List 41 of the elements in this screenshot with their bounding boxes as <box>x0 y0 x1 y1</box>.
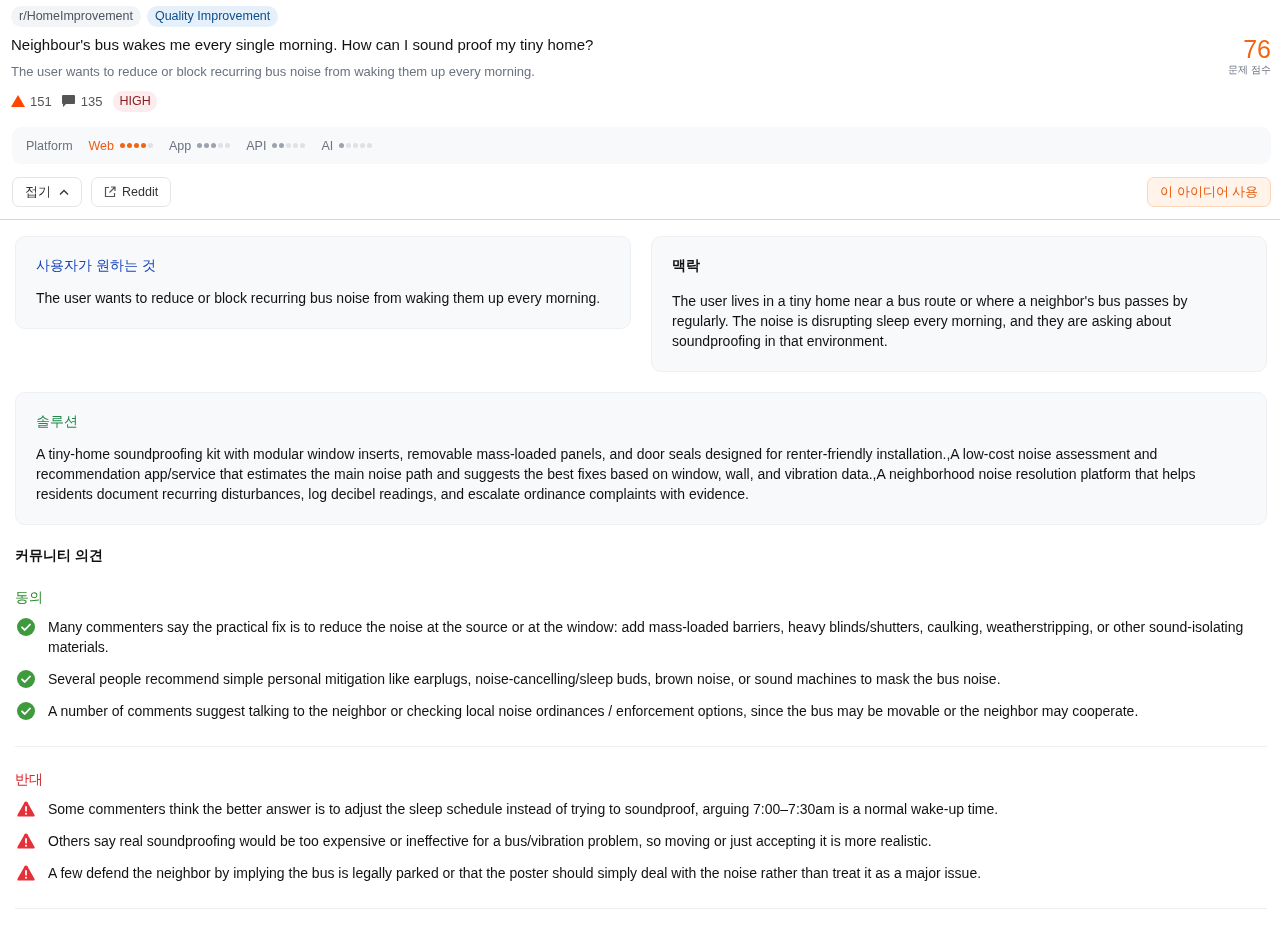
check-circle-icon <box>17 702 35 720</box>
opinion-group-title: 반대 <box>15 770 44 789</box>
card-text: The user wants to reduce or block recurring bus noise from waking them up every morning. <box>36 289 602 308</box>
card-title: 맥락 <box>672 256 701 275</box>
warning-triangle-icon <box>17 865 35 881</box>
platform-name: App <box>169 138 192 153</box>
comment-icon <box>61 95 75 107</box>
warning-triangle-icon <box>17 801 35 817</box>
card-text: The user lives in a tiny home near a bus route or where a neighbor's bus passes by regularly. The noise is disrupting sleep every morning, and they are asking about soundproofing in that environment. <box>672 292 1189 351</box>
opinion-text: Many commenters say the practical fix is to reduce the noise at the source or at the window: add mass-loaded barriers, heavy blinds/shutters, caulking, weatherstripping, or other sound-isolating materials. <box>48 618 1245 657</box>
check-circle-icon <box>17 618 35 636</box>
platform-name: Web <box>88 138 115 153</box>
post-title: Neighbour's bus wakes me every single morning. How can I sound proof my tiny home? <box>11 35 594 55</box>
card-text: A tiny-home soundproofing kit with modular window inserts, removable mass-loaded panels, and door seals designed for renter-friendly installation.,A low-cost noise assessment and recommendation app/service that estimates the main noise path and suggests the best fixes based on window, wall, and vibration data.,A neighborhood noise resolution platform that helps residents document recurring disturbances, log decibel readings, and escalate ordinance complaints with evidence. <box>36 445 1197 504</box>
tag: Quality Improvement <box>146 6 279 27</box>
opinion-text: Others say real soundproofing would be too expensive or ineffective for a bus/vibration problem, so moving or just accepting it is more realistic. <box>48 832 932 851</box>
platform-name: AI <box>321 138 334 153</box>
tag: r/HomeImprovement <box>11 6 141 27</box>
reddit-link-button[interactable]: Reddit <box>91 177 172 207</box>
score-label: 문제 점수 <box>1228 63 1271 76</box>
platform-label: Platform <box>26 138 73 153</box>
chevron-up-icon <box>59 189 69 195</box>
opinion-text: A few defend the neighbor by implying the bus is legally parked or that the poster should simply deal with the noise rather than treat it as a major issue. <box>48 864 982 883</box>
upvote-triangle-icon <box>11 95 25 107</box>
score-value: 76 <box>1243 35 1271 63</box>
comment-count: 135 <box>80 93 103 109</box>
external-link-icon <box>104 186 116 198</box>
priority-badge: HIGH <box>113 90 157 112</box>
warning-triangle-icon <box>17 833 35 849</box>
upvote-count: 151 <box>30 93 52 109</box>
opinion-group-title: 동의 <box>15 588 44 607</box>
post-summary: The user wants to reduce or block recurring bus noise from waking them up every morning. <box>11 63 536 81</box>
opinion-text: A number of comments suggest talking to the neighbor or checking local noise ordinances / enforcement options, since the bus may be movable or the neighbor may cooperate. <box>48 702 1139 721</box>
card-title: 사용자가 원하는 것 <box>36 256 157 275</box>
card-title: 솔루션 <box>36 412 79 431</box>
collapse-button[interactable]: 접기 <box>12 177 82 207</box>
section-title: 커뮤니티 의견 <box>15 546 104 565</box>
opinion-text: Some commenters think the better answer is to adjust the sleep schedule instead of trying to soundproof, arguing 7:00–7:30am is a normal wake-up time. <box>48 800 999 819</box>
check-circle-icon <box>17 670 35 688</box>
platform-name: API <box>246 138 267 153</box>
opinion-text: Several people recommend simple personal mitigation like earplugs, noise-cancelling/sleep buds, brown noise, or sound machines to mask the bus noise. <box>48 670 1001 689</box>
